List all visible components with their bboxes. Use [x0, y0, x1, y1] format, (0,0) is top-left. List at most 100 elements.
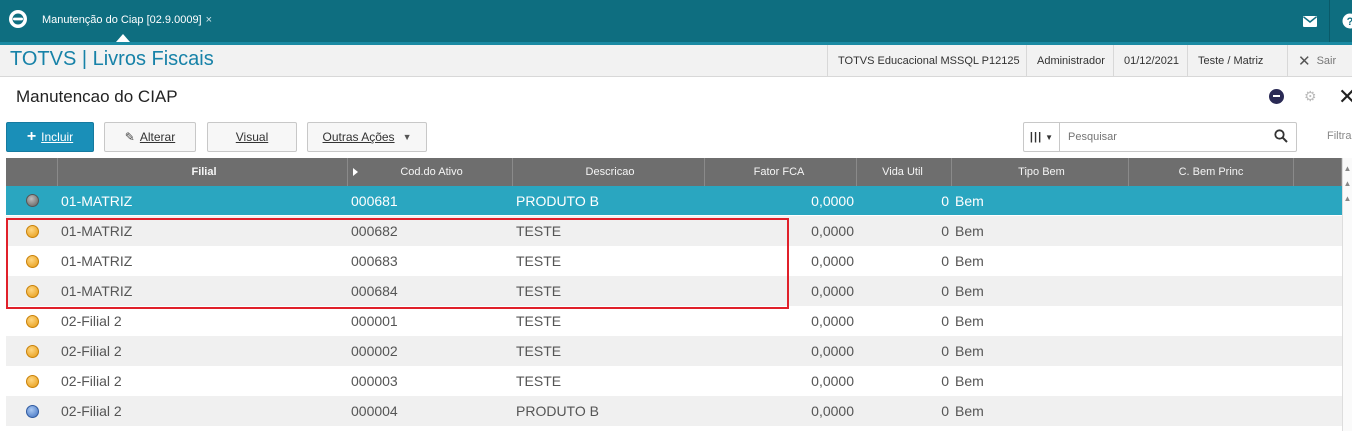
cell-fator-fca: 0,0000: [811, 313, 854, 329]
caret-down-icon: ▼: [402, 132, 412, 142]
column-header-filial[interactable]: Filial: [58, 158, 348, 186]
cell-tipo-bem: Bem: [955, 283, 984, 299]
cell-cod-ativo: 000684: [351, 283, 398, 299]
cell-vida-util: 0: [941, 253, 949, 269]
cell-tipo-bem: Bem: [955, 343, 984, 359]
table-row[interactable]: 01-MATRIZ 000683 TESTE 0,0000 0 Bem: [6, 246, 1342, 276]
cell-fator-fca: 0,0000: [811, 343, 854, 359]
cell-tipo-bem: Bem: [955, 223, 984, 239]
exit-button[interactable]: ✕ Sair: [1298, 45, 1336, 77]
cell-tipo-bem: Bem: [955, 192, 984, 209]
status-orange-icon: [25, 314, 39, 328]
columns-selector[interactable]: ||| ▼: [1024, 123, 1060, 151]
column-header-cod-ativo[interactable]: Cod.do Ativo: [348, 158, 513, 186]
cell-fator-fca: 0,0000: [811, 253, 854, 269]
status-blue-icon: [25, 404, 39, 418]
cell-fator-fca: 0,0000: [811, 283, 854, 299]
status-grey-icon: [25, 194, 39, 207]
table-row[interactable]: 02-Filial 2 000002 TESTE 0,0000 0 Bem: [6, 336, 1342, 366]
cell-c-bem-princ: [1129, 246, 1294, 276]
column-header-status[interactable]: [6, 158, 58, 186]
cell-descricao: TESTE: [516, 343, 562, 359]
column-header-c-bem-princ[interactable]: C. Bem Princ: [1129, 158, 1294, 186]
tab-label: Manutenção do Ciap [02.9.0009]: [42, 14, 202, 26]
cell-vida-util: 0: [941, 373, 949, 389]
environment-label[interactable]: TOTVS Educacional MSSQL P12125: [827, 45, 1030, 77]
cell-cod-ativo: 000004: [351, 403, 398, 419]
cell-fator-fca: 0,0000: [811, 192, 854, 209]
column-header-vida-util[interactable]: Vida Util: [857, 158, 952, 186]
gear-icon[interactable]: ⚙: [1304, 88, 1317, 105]
column-header-extra[interactable]: [1294, 158, 1342, 186]
cell-fator-fca: 0,0000: [811, 223, 854, 239]
table-row[interactable]: 02-Filial 2 000003 TESTE 0,0000 0 Bem: [6, 366, 1342, 396]
table-row[interactable]: 01-MATRIZ 000681 PRODUTO B 0,0000 0 Bem: [6, 186, 1342, 216]
scroll-up-icon[interactable]: ▲: [1343, 164, 1352, 173]
tab-close-icon[interactable]: ×: [206, 14, 212, 26]
incluir-button[interactable]: + Incluir: [6, 122, 94, 152]
cell-cod-ativo: 000002: [351, 343, 398, 359]
cell-vida-util: 0: [941, 403, 949, 419]
column-header-fator-fca[interactable]: Fator FCA: [705, 158, 857, 186]
cell-vida-util: 0: [941, 343, 949, 359]
user-label[interactable]: Administrador: [1026, 45, 1115, 77]
top-bar: Manutenção do Ciap [02.9.0009] × ?: [0, 0, 1352, 42]
cell-vida-util: 0: [941, 313, 949, 329]
caret-down-icon: ▼: [1045, 132, 1054, 142]
alterar-label: Alterar: [139, 130, 176, 144]
cell-cod-ativo: 000003: [351, 373, 398, 389]
cell-tipo-bem: Bem: [955, 403, 984, 419]
visual-label: Visual: [235, 130, 269, 144]
column-header-tipo-bem[interactable]: Tipo Bem: [952, 158, 1129, 186]
search-input[interactable]: [1068, 131, 1258, 143]
outras-acoes-label: Outras Ações: [322, 130, 395, 144]
cell-c-bem-princ: [1129, 366, 1294, 396]
page-title: Manutencao do CIAP: [16, 87, 178, 106]
cell-vida-util: 0: [941, 283, 949, 299]
plus-icon: +: [26, 128, 37, 145]
status-orange-icon: [25, 224, 39, 238]
cell-descricao: TESTE: [516, 373, 562, 389]
close-window-icon[interactable]: ✕: [1338, 84, 1352, 110]
cell-c-bem-princ: [1129, 306, 1294, 336]
table-row[interactable]: 02-Filial 2 000001 TESTE 0,0000 0 Bem: [6, 306, 1342, 336]
branch-label[interactable]: Teste / Matriz: [1187, 45, 1273, 77]
date-label[interactable]: 01/12/2021: [1113, 45, 1189, 77]
cell-vida-util: 0: [941, 192, 949, 209]
cell-filial: 02-Filial 2: [61, 373, 122, 389]
cell-tipo-bem: Bem: [955, 313, 984, 329]
cell-cod-ativo: 000681: [351, 192, 398, 209]
table-row[interactable]: 01-MATRIZ 000682 TESTE 0,0000 0 Bem: [6, 216, 1342, 246]
outras-acoes-button[interactable]: Outras Ações ▼: [307, 122, 427, 152]
minimize-icon[interactable]: [1269, 89, 1284, 104]
cell-descricao: PRODUTO B: [516, 403, 599, 419]
search-icon[interactable]: [1274, 129, 1288, 146]
app-title: TOTVS | Livros Fiscais: [10, 48, 214, 70]
totvs-logo-icon[interactable]: [8, 9, 28, 29]
filtrar-link[interactable]: Filtrar: [1327, 130, 1352, 142]
scroll-up-icon[interactable]: ▲: [1343, 194, 1352, 203]
incluir-label: Incluir: [41, 130, 74, 144]
cell-tipo-bem: Bem: [955, 253, 984, 269]
column-header-descricao[interactable]: Descricao: [513, 158, 705, 186]
table-row[interactable]: 01-MATRIZ 000684 TESTE 0,0000 0 Bem: [6, 276, 1342, 306]
exit-label: Sair: [1316, 55, 1337, 67]
table-row[interactable]: 02-Filial 2 000004 PRODUTO B 0,0000 0 Be…: [6, 396, 1342, 426]
columns-icon: |||: [1029, 131, 1043, 143]
scroll-up-icon[interactable]: ▲: [1343, 179, 1352, 188]
cell-fator-fca: 0,0000: [811, 403, 854, 419]
alterar-button[interactable]: ✎ Alterar: [104, 122, 196, 152]
cell-c-bem-princ: [1129, 216, 1294, 246]
cell-c-bem-princ: [1129, 396, 1294, 426]
visual-button[interactable]: Visual: [207, 122, 297, 152]
cell-filial: 02-Filial 2: [61, 343, 122, 359]
cell-descricao: TESTE: [516, 313, 562, 329]
mail-icon[interactable]: [1290, 0, 1330, 42]
column-header-cod-ativo-label: Cod.do Ativo: [400, 166, 463, 178]
cell-filial: 01-MATRIZ: [61, 192, 133, 209]
cell-descricao: TESTE: [516, 223, 562, 239]
help-icon[interactable]: ?: [1330, 0, 1352, 42]
vertical-scrollbar[interactable]: ▲ ▲ ▲: [1342, 158, 1352, 431]
grid-header: Filial Cod.do Ativo Descricao Fator FCA …: [6, 158, 1342, 186]
cell-cod-ativo: 000001: [351, 313, 398, 329]
